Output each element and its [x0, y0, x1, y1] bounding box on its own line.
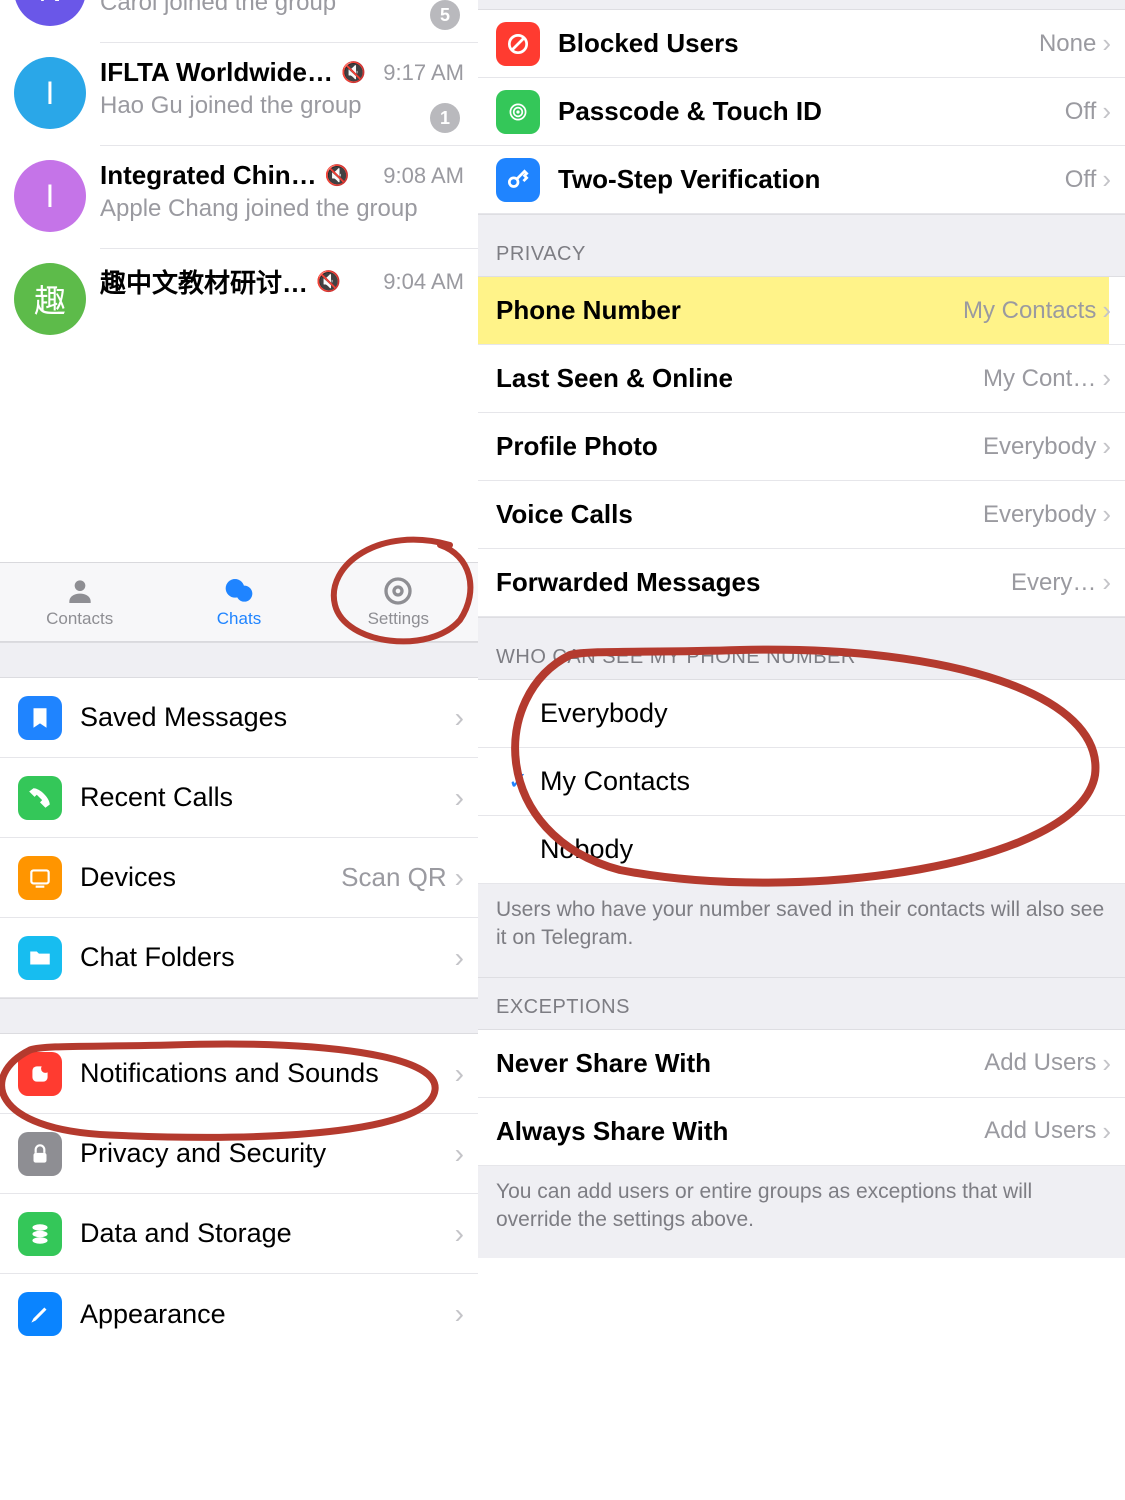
bookmark-icon [18, 696, 62, 740]
row-two-step[interactable]: Two-Step Verification Off › [478, 146, 1125, 214]
chevron-right-icon: › [455, 862, 464, 894]
row-value: My Cont… [983, 365, 1096, 393]
section-header-who: WHO CAN SEE MY PHONE NUMBER [478, 617, 1125, 680]
chevron-right-icon: › [1102, 431, 1111, 462]
blocked-icon [496, 22, 540, 66]
chevron-right-icon: › [455, 702, 464, 734]
chat-row[interactable]: I Integrated Chin… 🔇 9:08 AM Apple Chang… [0, 146, 478, 248]
chat-subtitle: Carol joined the group [100, 0, 464, 17]
chevron-right-icon: › [455, 1298, 464, 1330]
chat-subtitle: Apple Chang joined the group [100, 195, 464, 223]
row-passcode[interactable]: Passcode & Touch ID Off › [478, 78, 1125, 146]
chevron-right-icon: › [1102, 164, 1111, 195]
row-value: Add Users [984, 1117, 1096, 1145]
section-header-exceptions: EXCEPTIONS [478, 977, 1125, 1030]
devices-icon [18, 856, 62, 900]
settings-appearance[interactable]: Appearance › [0, 1274, 478, 1354]
chat-title: Integrated Chin… [100, 160, 317, 191]
row-last-seen[interactable]: Last Seen & Online My Cont… › [478, 345, 1125, 413]
chevron-right-icon: › [1102, 1048, 1111, 1079]
settings-notifications[interactable]: Notifications and Sounds › [0, 1034, 478, 1114]
phone-icon [18, 776, 62, 820]
chat-subtitle: Hao Gu joined the group [100, 92, 464, 120]
tab-settings[interactable]: Settings [319, 563, 478, 641]
chevron-right-icon: › [455, 942, 464, 974]
chat-row[interactable]: N NCLC/CLTA SIG… 9:33 AM Carol joined th… [0, 0, 478, 42]
database-icon [18, 1212, 62, 1256]
bell-icon [18, 1052, 62, 1096]
row-value: Everybody [983, 501, 1096, 529]
row-value: Every… [1011, 569, 1096, 597]
row-blocked-users[interactable]: Blocked Users None › [478, 10, 1125, 78]
chevron-right-icon: › [455, 1058, 464, 1090]
chevron-right-icon: › [455, 782, 464, 814]
muted-icon: 🔇 [325, 163, 350, 188]
row-always-share[interactable]: Always Share With Add Users › [478, 1098, 1125, 1166]
option-everybody[interactable]: Everybody [478, 680, 1125, 748]
chevron-right-icon: › [1102, 567, 1111, 598]
settings-list: Saved Messages › Recent Calls › Devices … [0, 642, 478, 1354]
chevron-right-icon: › [1102, 28, 1111, 59]
row-value: Everybody [983, 433, 1096, 461]
folder-icon [18, 936, 62, 980]
option-nobody[interactable]: Nobody [478, 816, 1125, 884]
row-value: None [1039, 30, 1096, 58]
settings-recent-calls[interactable]: Recent Calls › [0, 758, 478, 838]
unread-badge: 5 [430, 0, 460, 30]
chat-title: 趣中文教材研讨… [100, 263, 308, 300]
tab-bar: Contacts Chats Settings [0, 562, 478, 642]
chevron-right-icon: › [1102, 96, 1111, 127]
row-forwarded-messages[interactable]: Forwarded Messages Every… › [478, 549, 1125, 617]
key-icon [496, 158, 540, 202]
chat-time: 9:08 AM [383, 163, 464, 189]
settings-chat-folders[interactable]: Chat Folders › [0, 918, 478, 998]
row-voice-calls[interactable]: Voice Calls Everybody › [478, 481, 1125, 549]
unread-badge: 1 [430, 103, 460, 133]
chat-avatar: I [14, 57, 86, 129]
row-value: My Contacts [963, 297, 1096, 325]
chevron-right-icon: › [455, 1218, 464, 1250]
fingerprint-icon [496, 90, 540, 134]
chevron-right-icon: › [455, 1138, 464, 1170]
muted-icon: 🔇 [316, 269, 341, 294]
lock-icon [18, 1132, 62, 1176]
row-value: Off [1065, 98, 1097, 126]
chevron-right-icon: › [1102, 363, 1111, 394]
row-phone-number[interactable]: Phone Number My Contacts › [478, 277, 1125, 345]
row-value: Off [1065, 166, 1097, 194]
setting-value: Scan QR [341, 862, 447, 893]
chat-time: 9:17 AM [383, 60, 464, 86]
section-header-privacy: PRIVACY [478, 214, 1125, 277]
gear-icon [381, 575, 415, 607]
chat-row[interactable]: 趣 趣中文教材研讨… 🔇 9:04 AM [0, 249, 478, 351]
check-icon: ✓ [496, 767, 540, 796]
chevron-right-icon: › [1102, 499, 1111, 530]
brush-icon [18, 1292, 62, 1336]
chevron-right-icon: › [1102, 295, 1111, 326]
chat-avatar: 趣 [14, 263, 86, 335]
contacts-icon [63, 575, 97, 607]
chevron-right-icon: › [1102, 1116, 1111, 1147]
tab-contacts[interactable]: Contacts [0, 563, 159, 641]
settings-privacy-security[interactable]: Privacy and Security › [0, 1114, 478, 1194]
chats-icon [222, 575, 256, 607]
section-footer-exceptions: You can add users or entire groups as ex… [478, 1166, 1125, 1259]
row-value: Add Users [984, 1049, 1096, 1077]
muted-icon: 🔇 [341, 60, 366, 85]
chat-list: N NCLC/CLTA SIG… 9:33 AM Carol joined th… [0, 0, 478, 351]
settings-devices[interactable]: Devices Scan QR › [0, 838, 478, 918]
chat-title: IFLTA Worldwide… [100, 57, 333, 88]
chat-avatar: I [14, 160, 86, 232]
chat-row[interactable]: I IFLTA Worldwide… 🔇 9:17 AM Hao Gu join… [0, 43, 478, 145]
row-profile-photo[interactable]: Profile Photo Everybody › [478, 413, 1125, 481]
settings-saved-messages[interactable]: Saved Messages › [0, 678, 478, 758]
tab-chats[interactable]: Chats [159, 563, 318, 641]
chat-avatar: N [14, 0, 86, 26]
row-never-share[interactable]: Never Share With Add Users › [478, 1030, 1125, 1098]
option-my-contacts[interactable]: ✓ My Contacts [478, 748, 1125, 816]
section-footer-who: Users who have your number saved in thei… [478, 884, 1125, 977]
settings-data-storage[interactable]: Data and Storage › [0, 1194, 478, 1274]
chat-time: 9:04 AM [383, 269, 464, 295]
